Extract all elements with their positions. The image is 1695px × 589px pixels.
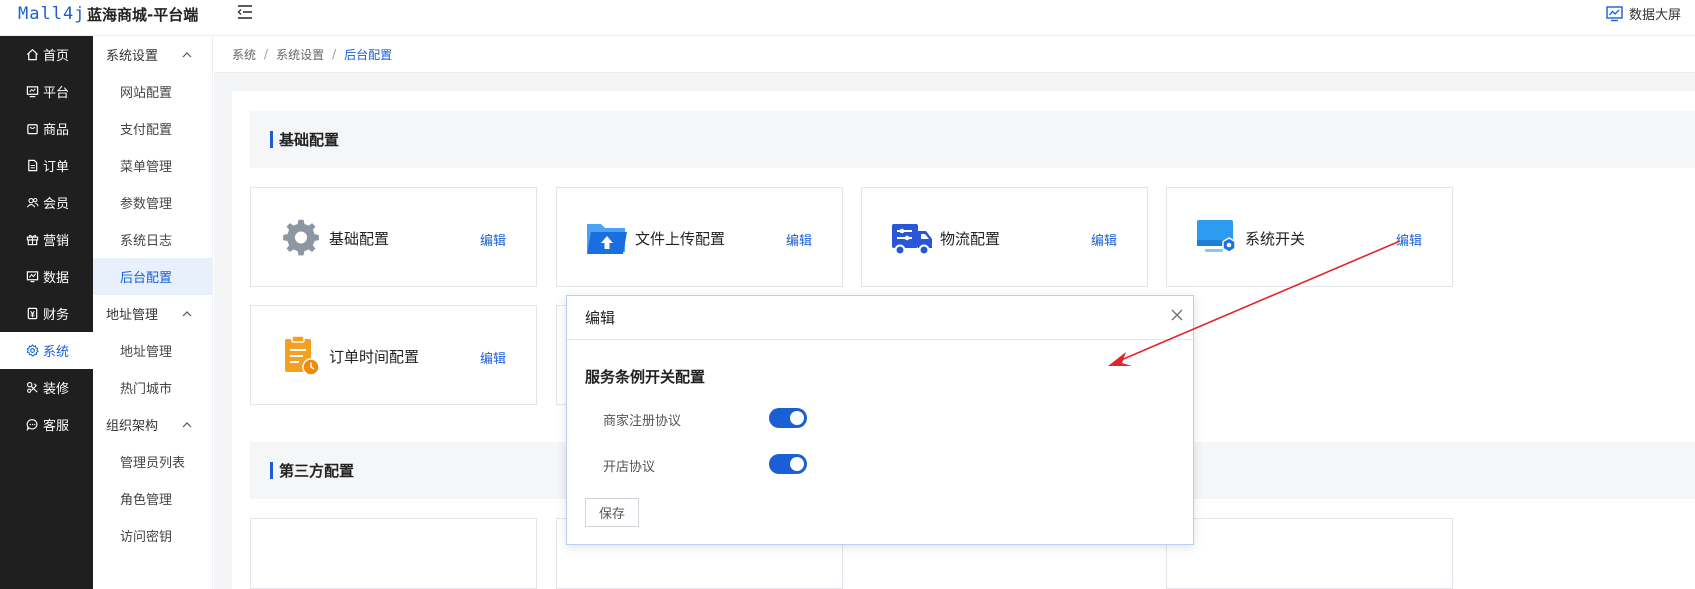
open-store-agreement-toggle[interactable] — [769, 454, 807, 474]
main-nav: 首页 平台 商品 订单 会员 营销 数据 财务 系统 装修 客服 — [0, 36, 93, 589]
users-icon — [26, 197, 39, 208]
sub-item-address-management[interactable]: 地址管理 — [93, 332, 212, 369]
top-bar: Mall4j 蓝海商城-平台端 数据大屏 — [0, 0, 1695, 36]
sub-group-label: 地址管理 — [106, 308, 159, 323]
save-button[interactable]: 保存 — [585, 498, 639, 527]
monitor-icon — [26, 86, 39, 98]
nav-label: 客服 — [43, 419, 70, 434]
section-title: 第三方配置 — [279, 462, 355, 480]
merchant-agreement-toggle[interactable] — [769, 408, 807, 428]
toggle-knob — [790, 411, 804, 425]
switch-row-label: 商家注册协议 — [603, 414, 682, 429]
card-basic-config: 基础配置 编辑 — [250, 187, 537, 287]
annotation-arrow — [1108, 240, 1401, 366]
gear-icon — [26, 344, 39, 357]
section-basic-config: 基础配置 — [250, 111, 1695, 168]
nav-item-orders[interactable]: 订单 — [0, 147, 93, 184]
switch-row-label: 开店协议 — [603, 460, 656, 475]
nav-label: 平台 — [43, 86, 70, 101]
sub-item-website-config[interactable]: 网站配置 — [93, 73, 212, 110]
sub-group-system-settings[interactable]: 系统设置 — [93, 36, 212, 73]
nav-item-service[interactable]: 客服 — [0, 406, 93, 443]
sub-group-address[interactable]: 地址管理 — [93, 295, 212, 332]
card-file-upload-config: 文件上传配置 编辑 — [556, 187, 843, 287]
sub-item-hot-cities[interactable]: 热门城市 — [93, 369, 212, 406]
dialog-section-title: 服务条例开关配置 — [585, 368, 706, 386]
finance-icon — [27, 307, 38, 320]
brush-icon — [27, 382, 38, 393]
breadcrumb-current: 后台配置 — [344, 47, 393, 62]
card-label: 订单时间配置 — [329, 348, 420, 366]
sub-item-system-log[interactable]: 系统日志 — [93, 221, 212, 258]
gear-icon — [283, 219, 319, 256]
nav-item-finance[interactable]: 财务 — [0, 295, 93, 332]
nav-item-system[interactable]: 系统 — [0, 332, 93, 369]
card-third-party-1 — [250, 518, 537, 589]
folder-upload-icon — [587, 224, 627, 254]
nav-label: 系统 — [43, 345, 70, 360]
sub-item-backend-config[interactable]: 后台配置 — [93, 258, 212, 295]
sub-group-label: 组织架构 — [106, 419, 159, 434]
toggle-knob — [790, 457, 804, 471]
sub-item-menu-management[interactable]: 菜单管理 — [93, 147, 212, 184]
nav-label: 商品 — [43, 123, 70, 138]
breadcrumb-separator: / — [264, 47, 269, 61]
breadcrumb-item[interactable]: 系统 — [232, 46, 256, 63]
section-accent-bar — [270, 131, 273, 148]
brand-title: 蓝海商城-平台端 — [87, 6, 199, 24]
home-icon — [26, 48, 39, 61]
sub-item-param-management[interactable]: 参数管理 — [93, 184, 212, 221]
nav-item-decoration[interactable]: 装修 — [0, 369, 93, 406]
nav-item-data[interactable]: 数据 — [0, 258, 93, 295]
card-label: 文件上传配置 — [635, 230, 726, 248]
nav-label: 装修 — [43, 382, 70, 397]
edit-link[interactable]: 编辑 — [786, 230, 812, 249]
sub-group-label: 系统设置 — [106, 49, 159, 64]
sub-item-access-keys[interactable]: 访问密钥 — [93, 517, 212, 554]
nav-label: 订单 — [43, 160, 70, 175]
nav-label: 营销 — [43, 234, 70, 249]
chevron-up-icon — [182, 421, 192, 427]
data-screen-icon — [1606, 5, 1623, 21]
edit-link[interactable]: 编辑 — [480, 230, 506, 249]
nav-item-marketing[interactable]: 营销 — [0, 221, 93, 258]
nav-item-home[interactable]: 首页 — [0, 36, 93, 73]
breadcrumb-separator: / — [332, 47, 337, 61]
nav-item-members[interactable]: 会员 — [0, 184, 93, 221]
gift-icon — [26, 234, 39, 246]
nav-label: 会员 — [43, 197, 70, 212]
section-accent-bar — [270, 462, 273, 479]
document-icon — [28, 159, 38, 172]
breadcrumb-item[interactable]: 系统设置 — [276, 46, 324, 63]
nav-item-goods[interactable]: 商品 — [0, 110, 93, 147]
nav-label: 首页 — [43, 49, 70, 64]
data-screen-label: 数据大屏 — [1628, 8, 1681, 23]
card-label: 基础配置 — [329, 230, 390, 248]
chevron-up-icon — [182, 310, 192, 316]
chevron-up-icon — [182, 51, 192, 57]
card-third-party-4 — [1166, 518, 1453, 589]
sub-item-role-management[interactable]: 角色管理 — [93, 480, 212, 517]
nav-label: 财务 — [43, 308, 70, 323]
chat-icon — [26, 419, 38, 431]
sub-nav: 系统设置 网站配置 支付配置 菜单管理 参数管理 系统日志 后台配置 地址管理 … — [93, 36, 213, 589]
nav-label: 数据 — [43, 271, 70, 286]
bag-icon — [27, 124, 38, 135]
chart-icon — [26, 271, 39, 283]
edit-link[interactable]: 编辑 — [480, 348, 506, 367]
sub-item-admin-list[interactable]: 管理员列表 — [93, 443, 212, 480]
section-title: 基础配置 — [279, 131, 340, 149]
data-screen-button[interactable]: 数据大屏 — [1606, 4, 1681, 23]
nav-item-platform[interactable]: 平台 — [0, 73, 93, 110]
clipboard-clock-icon — [285, 336, 320, 376]
sub-item-payment-config[interactable]: 支付配置 — [93, 110, 212, 147]
card-order-time-config: 订单时间配置 编辑 — [250, 305, 537, 405]
truck-icon — [892, 224, 932, 256]
logo[interactable]: Mall4j — [18, 4, 85, 24]
card-label: 物流配置 — [940, 230, 1001, 248]
sub-group-organization[interactable]: 组织架构 — [93, 406, 212, 443]
menu-collapse-icon[interactable] — [235, 3, 255, 21]
breadcrumb: 系统 / 系统设置 / 后台配置 — [214, 36, 1695, 73]
